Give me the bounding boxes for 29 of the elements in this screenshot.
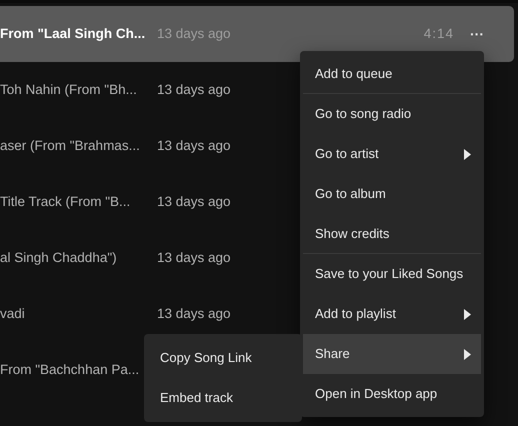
menu-item[interactable]: Add to queue — [303, 54, 481, 94]
menu-item[interactable]: Go to song radio — [303, 94, 481, 134]
track-title: Toh Nahin (From "Bh... — [0, 80, 138, 99]
menu-item[interactable]: Save to your Liked Songs — [303, 254, 481, 294]
track-duration: 4:14 — [424, 24, 454, 43]
submenu-arrow-icon — [464, 308, 471, 320]
menu-item[interactable]: Embed track — [148, 378, 298, 418]
date-added: 13 days ago — [157, 248, 231, 267]
date-added: 13 days ago — [157, 24, 231, 43]
menu-item[interactable]: Show credits — [303, 214, 481, 254]
menu-item[interactable]: Share — [303, 334, 481, 374]
track-title: aser (From "Brahmas... — [0, 136, 141, 155]
track-title: Title Track (From "B... — [0, 192, 132, 211]
track-title: From "Bachchhan Pa... — [0, 360, 140, 379]
menu-item[interactable]: Open in Desktop app — [303, 374, 481, 414]
track-title: al Singh Chaddha") — [0, 248, 118, 267]
submenu-arrow-icon — [464, 148, 471, 160]
more-button[interactable]: ··· — [466, 27, 488, 41]
date-added: 13 days ago — [157, 80, 231, 99]
menu-item[interactable]: Go to artist — [303, 134, 481, 174]
date-added: 13 days ago — [157, 192, 231, 211]
menu-item[interactable]: Copy Song Link — [148, 338, 298, 378]
track-title: From "Laal Singh Ch... — [0, 24, 146, 43]
submenu-arrow-icon — [464, 348, 471, 360]
track-title: vadi — [0, 304, 26, 323]
date-added: 13 days ago — [157, 304, 231, 323]
date-added: 13 days ago — [157, 136, 231, 155]
menu-item[interactable]: Go to album — [303, 174, 481, 214]
menu-item[interactable]: Add to playlist — [303, 294, 481, 334]
